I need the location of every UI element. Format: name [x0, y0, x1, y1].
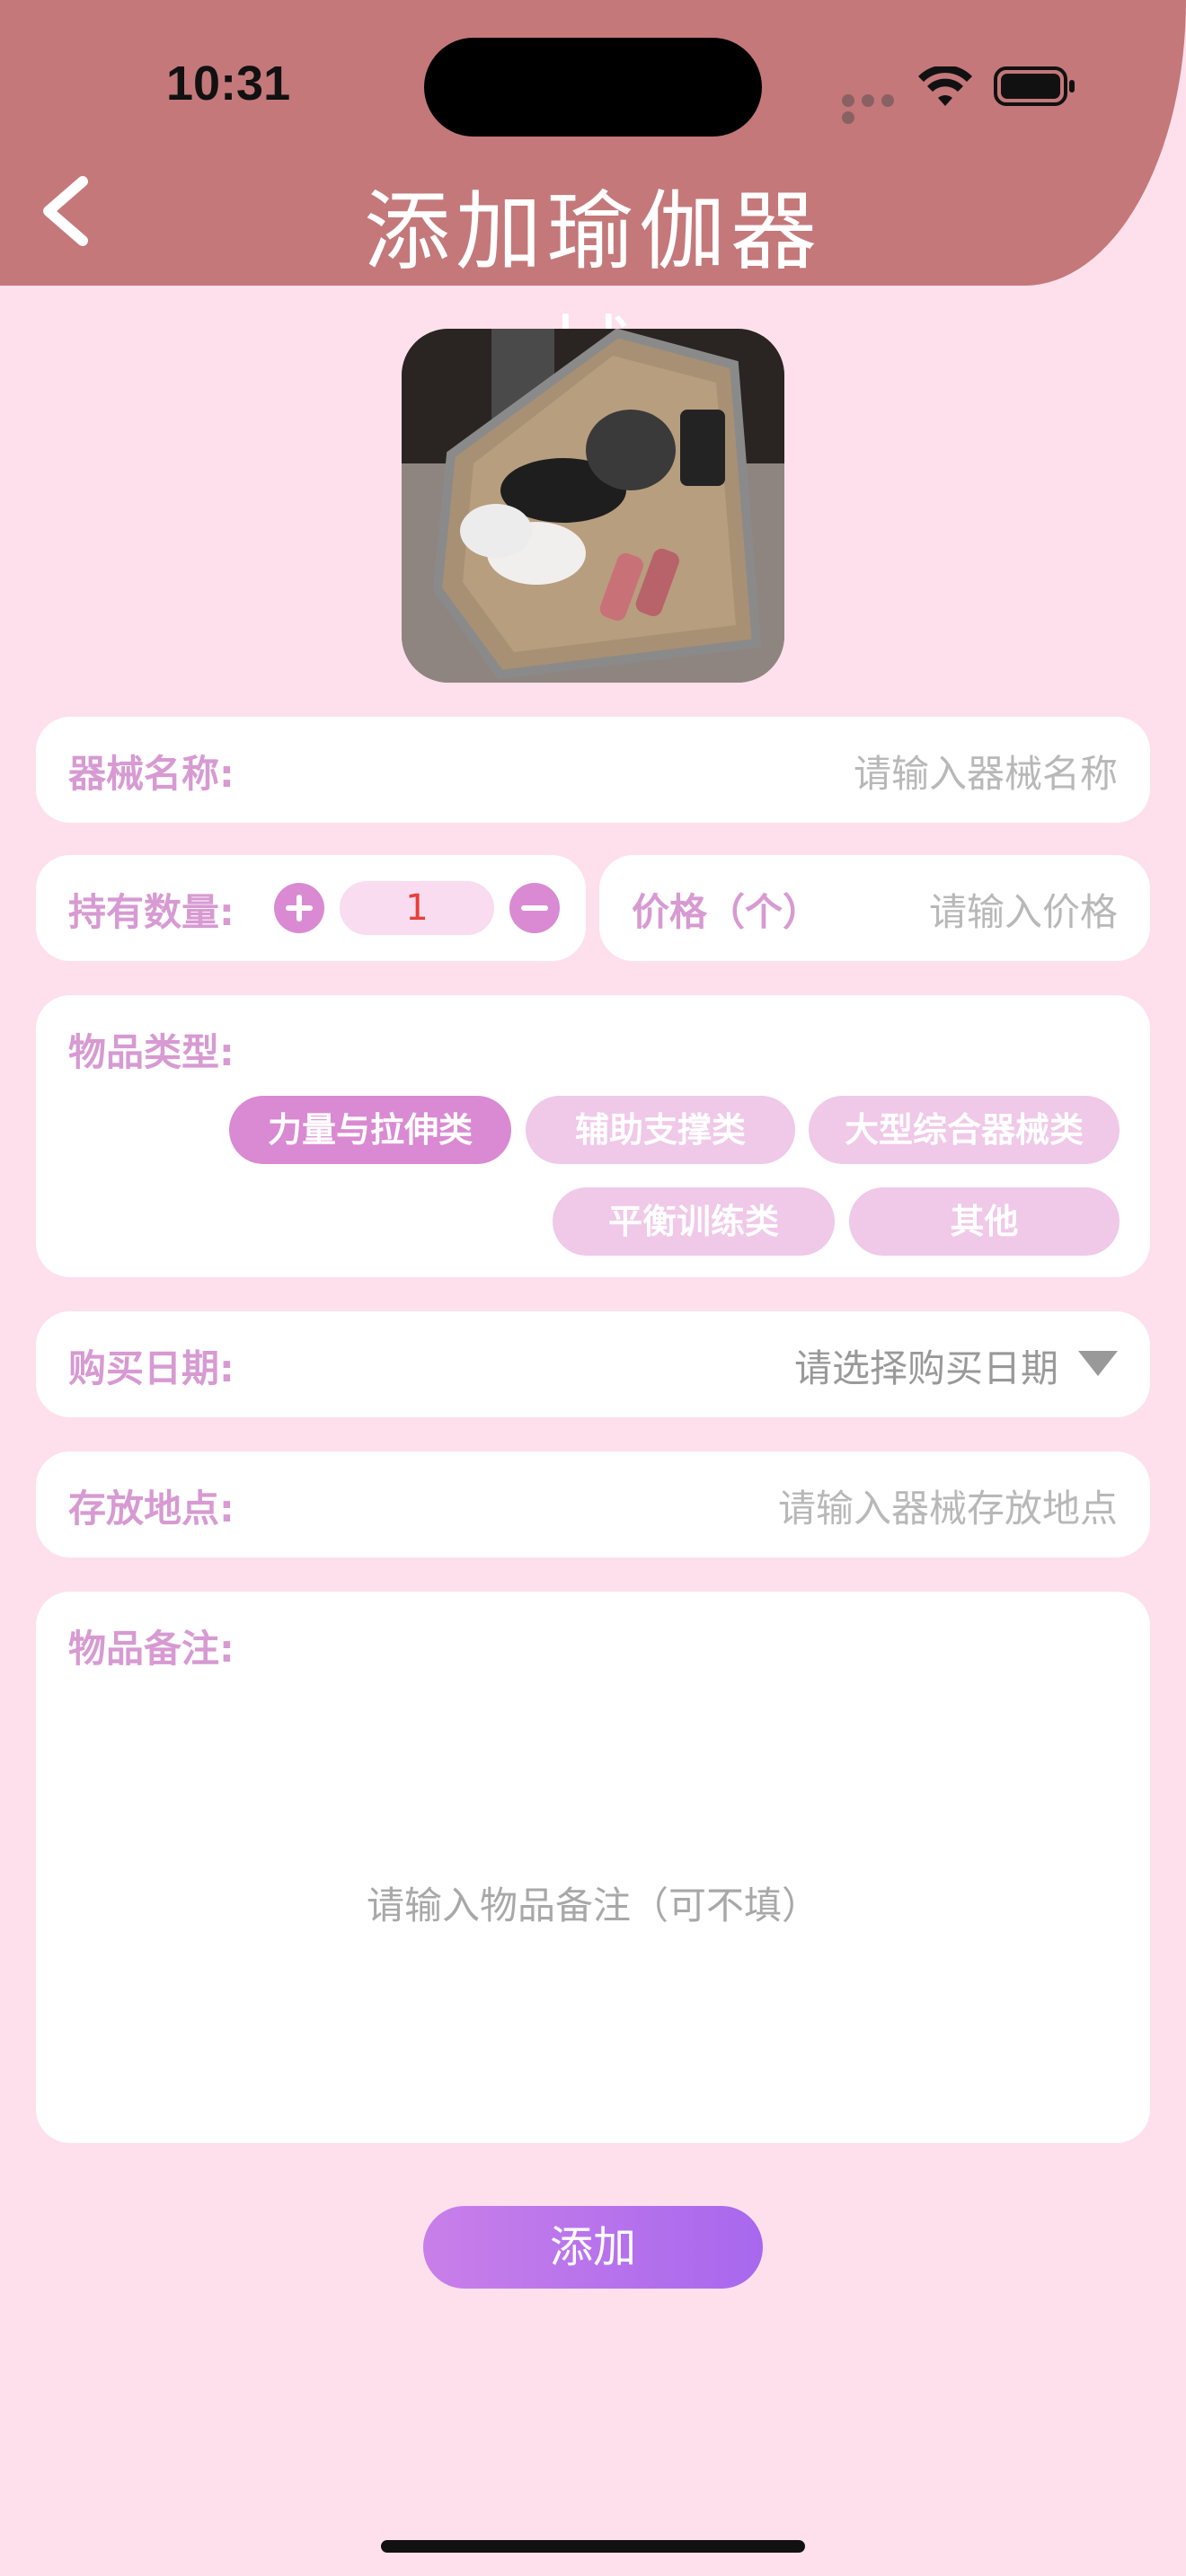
dynamic-island: [424, 38, 762, 137]
category-chip[interactable]: 其他: [849, 1187, 1120, 1256]
status-time: 10:31: [166, 57, 291, 110]
notes-label: 物品备注:: [68, 1627, 235, 1671]
date-label: 购买日期:: [68, 1346, 235, 1390]
notes-textarea[interactable]: 请输入物品备注（可不填）: [36, 1875, 1150, 1930]
category-chip[interactable]: 力量与拉伸类: [229, 1096, 511, 1164]
minus-circle-icon[interactable]: [509, 883, 560, 933]
location-label: 存放地点:: [68, 1486, 235, 1531]
add-button[interactable]: 添加: [423, 2206, 763, 2289]
location-input[interactable]: 请输入器械存放地点: [778, 1478, 1118, 1533]
date-select[interactable]: 请选择购买日期: [794, 1338, 1058, 1393]
triangle-down-icon: [1078, 1351, 1118, 1376]
name-label: 器械名称:: [68, 752, 235, 796]
equipment-photo[interactable]: [402, 329, 784, 683]
quantity-label: 持有数量:: [68, 890, 235, 934]
signal-icon: [842, 93, 916, 124]
quantity-value[interactable]: 1: [340, 881, 494, 935]
category-chip[interactable]: 平衡训练类: [553, 1187, 835, 1256]
chevron-left-icon: [43, 176, 88, 246]
name-field-card: 器械名称: 请输入器械名称: [36, 717, 1150, 823]
category-label: 物品类型:: [68, 1030, 235, 1074]
category-chip[interactable]: 大型综合器械类: [809, 1096, 1120, 1164]
price-input[interactable]: 请输入价格: [929, 882, 1118, 937]
home-indicator: [381, 2540, 805, 2553]
quantity-card: 持有数量: 1: [36, 855, 586, 961]
name-input[interactable]: 请输入器械名称: [854, 744, 1118, 798]
category-card: 物品类型: 力量与拉伸类 辅助支撑类 大型综合器械类 平衡训练类 其他: [36, 995, 1150, 1277]
battery-icon: [994, 66, 1075, 106]
price-label: 价格（个）: [632, 890, 821, 934]
category-chip[interactable]: 辅助支撑类: [526, 1096, 795, 1164]
location-field-card: 存放地点: 请输入器械存放地点: [36, 1451, 1150, 1557]
price-card: 价格（个） 请输入价格: [599, 855, 1150, 961]
plus-circle-icon[interactable]: [274, 883, 324, 933]
back-button[interactable]: [36, 171, 104, 251]
wifi-icon: [918, 66, 972, 106]
date-field-card[interactable]: 购买日期: 请选择购买日期: [36, 1311, 1150, 1417]
notes-card: 物品备注: 请输入物品备注（可不填）: [36, 1592, 1150, 2143]
